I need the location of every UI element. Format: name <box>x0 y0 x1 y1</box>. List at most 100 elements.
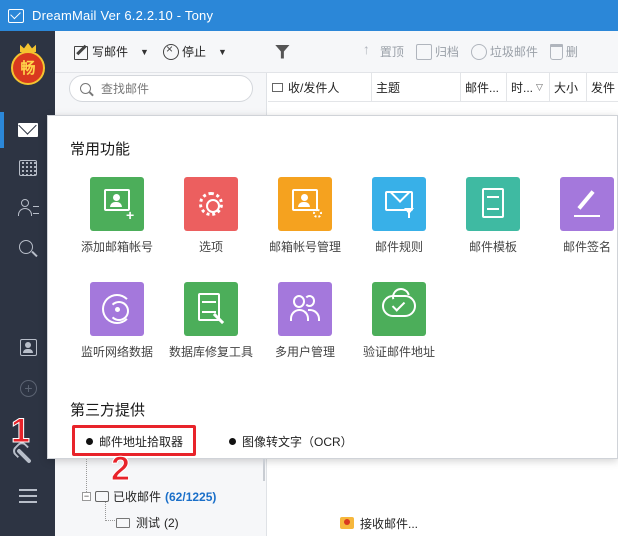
spam-button[interactable]: 垃圾邮件 <box>467 39 542 65</box>
folder-test-label: 测试 <box>136 516 161 530</box>
scrollbar-thumb[interactable] <box>263 459 265 481</box>
calendar-icon <box>19 160 37 176</box>
chevron-down-icon[interactable]: ▼ <box>218 47 227 57</box>
ocr-link[interactable]: 图像转文字（OCR） <box>229 433 353 450</box>
folder-icon <box>116 517 130 528</box>
tile-label: 监听网络数据 <box>80 345 153 359</box>
common-functions-title: 常用功能 <box>70 141 131 158</box>
add-account-icon: + <box>90 177 144 231</box>
column-time-label: 时... <box>511 80 534 95</box>
tile-label: 邮件规则 <box>374 240 423 254</box>
tile-options[interactable]: 选项 <box>164 177 258 255</box>
folder-test[interactable]: 测试 (2) <box>116 514 179 531</box>
archive-label: 归档 <box>434 45 459 59</box>
mail-list-header: 收/发件人 主题 邮件... 时... ▽ 大小 发件 <box>268 73 618 102</box>
filter-button[interactable] <box>271 39 297 65</box>
annotation-number-1: 1 <box>11 412 31 450</box>
search-icon <box>19 240 33 254</box>
database-repair-icon <box>184 282 238 336</box>
title-bar: DreamMail Ver 6.2.2.10 - Tony <box>0 0 618 31</box>
rail-menu-button[interactable] <box>16 485 40 507</box>
contact-card-icon <box>20 339 37 356</box>
ocr-label: 图像转文字（OCR） <box>242 435 353 449</box>
pin-top-icon <box>361 41 377 60</box>
column-size[interactable]: 大小 <box>550 73 587 101</box>
tile-mail-signature[interactable]: 邮件签名 <box>540 177 618 255</box>
tile-label: 多用户管理 <box>274 345 335 359</box>
highlight-box <box>72 425 196 456</box>
add-icon: + <box>20 380 37 397</box>
rail-contacts-button[interactable] <box>16 197 40 219</box>
rail-search-button[interactable] <box>16 238 40 260</box>
search-box[interactable] <box>69 75 253 102</box>
archive-icon <box>415 43 432 60</box>
third-party-title: 第三方提供 <box>70 402 146 419</box>
pin-button[interactable]: 置顶 <box>357 39 408 65</box>
compose-icon <box>73 44 89 60</box>
compose-button[interactable]: 写邮件 ▼ <box>69 39 153 65</box>
active-indicator <box>0 112 4 148</box>
folder-inbox[interactable]: − 已收邮件 (62/1225) <box>82 488 216 505</box>
app-mail-icon <box>8 8 24 23</box>
wrench-icon <box>16 448 32 464</box>
column-time[interactable]: 时... ▽ <box>507 73 550 101</box>
tile-label: 邮件模板 <box>468 240 517 254</box>
folder-test-count: (2) <box>164 515 179 530</box>
tile-add-account[interactable]: + 添加邮箱帐号 <box>70 177 164 255</box>
tile-network-monitor[interactable]: 监听网络数据 <box>70 282 164 360</box>
tile-mail-rules[interactable]: 邮件规则 <box>352 177 446 255</box>
hamburger-menu-icon <box>19 489 37 503</box>
rail-add-button[interactable]: + <box>16 378 40 400</box>
app-logo: 畅 <box>10 43 46 85</box>
tile-db-repair[interactable]: 数据库修复工具 <box>164 282 258 360</box>
spam-icon <box>470 43 487 60</box>
rail-mail-button[interactable] <box>16 118 40 140</box>
column-account[interactable]: 邮件... <box>461 73 507 101</box>
annotation-number-2: 2 <box>111 450 131 488</box>
gear-icon <box>184 177 238 231</box>
tile-label: 邮件签名 <box>562 240 611 254</box>
radar-icon <box>90 282 144 336</box>
window-title: DreamMail Ver 6.2.2.10 - Tony <box>32 8 214 23</box>
cloud-check-icon <box>372 282 426 336</box>
contacts-icon <box>18 199 39 217</box>
document-icon <box>466 177 520 231</box>
status-text: 接收邮件... <box>360 516 419 531</box>
search-input[interactable] <box>101 81 241 96</box>
tile-label: 选项 <box>198 240 223 254</box>
stop-icon <box>162 42 179 60</box>
delete-button[interactable]: 删 <box>546 39 582 65</box>
mail-icon <box>18 123 38 137</box>
column-subject-label: 主题 <box>376 80 401 95</box>
column-sender-label: 收/发件人 <box>288 80 340 95</box>
compose-label: 写邮件 <box>92 45 129 59</box>
tile-mail-templates[interactable]: 邮件模板 <box>446 177 540 255</box>
tools-popup: 常用功能 + 添加邮箱帐号 选项 邮箱帐号管理 邮件规则 邮件模板 邮件签名 监… <box>47 115 618 459</box>
tile-account-management[interactable]: 邮箱帐号管理 <box>258 177 352 255</box>
tile-multi-user[interactable]: 多用户管理 <box>258 282 352 360</box>
column-sender[interactable]: 收/发件人 <box>268 73 372 101</box>
stop-button[interactable]: 停止 ▼ <box>159 39 231 65</box>
column-subject[interactable]: 主题 <box>372 73 461 101</box>
tile-label: 邮箱帐号管理 <box>268 240 341 254</box>
logo-badge: 畅 <box>11 51 45 85</box>
tile-label: 数据库修复工具 <box>168 345 253 359</box>
chevron-down-icon[interactable]: ▼ <box>140 47 149 57</box>
filter-icon <box>274 44 290 59</box>
tile-label: 验证邮件地址 <box>362 345 435 359</box>
rail-calendar-button[interactable] <box>16 157 40 179</box>
archive-button[interactable]: 归档 <box>412 39 463 65</box>
tile-verify-address[interactable]: 验证邮件地址 <box>352 282 446 360</box>
bullet-icon <box>229 438 236 445</box>
mail-rules-icon <box>372 177 426 231</box>
tile-label: 添加邮箱帐号 <box>80 240 153 254</box>
collapse-toggle-icon[interactable]: − <box>82 492 91 501</box>
account-settings-icon <box>278 177 332 231</box>
search-icon <box>80 83 91 94</box>
pen-icon <box>560 177 614 231</box>
receiving-icon <box>340 517 354 529</box>
stop-label: 停止 <box>181 45 206 59</box>
rail-contact-card-button[interactable] <box>16 337 40 359</box>
folder-inbox-label: 已收邮件 <box>113 490 162 504</box>
column-sent[interactable]: 发件 <box>587 73 618 101</box>
